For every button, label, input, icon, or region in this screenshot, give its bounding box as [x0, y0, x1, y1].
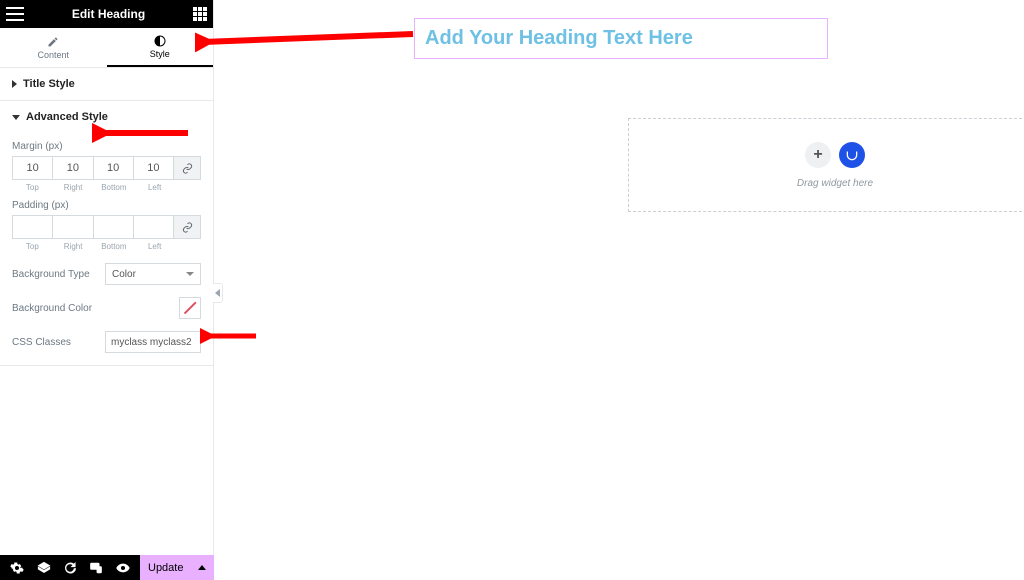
link-icon — [182, 222, 193, 233]
margin-sub-top: Top — [12, 183, 53, 192]
panel-tabs: Content Style — [0, 28, 213, 68]
heading-widget[interactable]: Add Your Heading Text Here — [414, 18, 828, 59]
padding-sub-left: Left — [134, 242, 175, 251]
section-title-style: Title Style — [0, 68, 213, 101]
templates-button[interactable] — [839, 142, 865, 168]
section-title-style-label: Title Style — [23, 78, 75, 90]
padding-right-input[interactable] — [53, 216, 92, 238]
padding-link-toggle[interactable] — [174, 216, 200, 238]
bg-type-value: Color — [112, 269, 136, 280]
padding-sub-bottom: Bottom — [94, 242, 135, 251]
padding-bottom-input[interactable] — [94, 216, 133, 238]
padding-sub-right: Right — [53, 242, 94, 251]
chevron-down-icon — [12, 115, 20, 120]
history-icon[interactable] — [63, 561, 77, 575]
section-title-style-header[interactable]: Title Style — [0, 68, 213, 100]
section-advanced-style-label: Advanced Style — [26, 111, 108, 123]
bottom-bar-tools — [0, 555, 140, 580]
bg-color-label: Background Color — [12, 303, 92, 314]
bg-type-label: Background Type — [12, 269, 90, 280]
tab-content-label: Content — [37, 50, 69, 60]
preview-icon[interactable] — [116, 561, 130, 575]
update-label: Update — [148, 562, 183, 574]
contrast-icon — [154, 35, 166, 47]
dropzone-text: Drag widget here — [797, 178, 873, 189]
layers-icon[interactable] — [37, 561, 51, 575]
menu-icon[interactable] — [6, 7, 24, 21]
padding-left-input[interactable] — [134, 216, 173, 238]
padding-label: Padding (px) — [12, 200, 201, 211]
dropzone-icons: + — [805, 142, 865, 168]
brand-icon — [845, 148, 859, 162]
settings-icon[interactable] — [10, 561, 24, 575]
margin-inputs — [12, 156, 201, 180]
css-classes-input[interactable] — [105, 331, 201, 353]
tab-style-label: Style — [150, 49, 170, 59]
link-icon — [182, 163, 193, 174]
margin-left-input[interactable] — [134, 157, 173, 179]
editor-canvas: Add Your Heading Text Here + Drag widget… — [214, 0, 1024, 580]
panel-title: Edit Heading — [72, 7, 145, 21]
dropzone[interactable]: + Drag widget here — [628, 118, 1024, 212]
section-advanced-style-body: Margin (px) Top Right Bottom Left — [0, 141, 213, 365]
margin-label: Margin (px) — [12, 141, 201, 152]
padding-sub-top: Top — [12, 242, 53, 251]
margin-sub-right: Right — [53, 183, 94, 192]
section-advanced-style-header[interactable]: Advanced Style — [0, 101, 213, 133]
bg-type-select[interactable]: Color — [105, 263, 201, 285]
margin-sub-bottom: Bottom — [94, 183, 135, 192]
margin-right-input[interactable] — [53, 157, 92, 179]
heading-text: Add Your Heading Text Here — [425, 27, 817, 50]
bg-type-row: Background Type Color — [12, 263, 201, 285]
chevron-up-icon — [198, 565, 206, 570]
section-advanced-style: Advanced Style Margin (px) Top Right Bot… — [0, 101, 213, 366]
no-color-icon — [184, 302, 196, 314]
add-section-button[interactable]: + — [805, 142, 831, 168]
padding-top-input[interactable] — [13, 216, 52, 238]
padding-inputs — [12, 215, 201, 239]
margin-sublabels: Top Right Bottom Left — [12, 183, 201, 192]
chevron-down-icon — [186, 272, 194, 276]
tab-style[interactable]: Style — [107, 28, 214, 67]
sidebar-header: Edit Heading — [0, 0, 213, 28]
margin-sub-left: Left — [134, 183, 175, 192]
tab-content[interactable]: Content — [0, 28, 107, 67]
margin-bottom-input[interactable] — [94, 157, 133, 179]
responsive-icon[interactable] — [89, 561, 103, 575]
css-classes-label: CSS Classes — [12, 337, 71, 348]
pencil-icon — [47, 36, 59, 48]
widgets-grid-icon[interactable] — [193, 7, 207, 21]
margin-top-input[interactable] — [13, 157, 52, 179]
bg-color-row: Background Color — [12, 297, 201, 319]
bg-color-picker[interactable] — [179, 297, 201, 319]
update-button[interactable]: Update — [140, 555, 214, 580]
bottom-bar: Update — [0, 555, 214, 580]
padding-sublabels: Top Right Bottom Left — [12, 242, 201, 251]
chevron-right-icon — [12, 80, 17, 88]
css-classes-row: CSS Classes — [12, 331, 201, 353]
margin-link-toggle[interactable] — [174, 157, 200, 179]
editor-sidebar: Edit Heading Content Style Title Style — [0, 0, 214, 580]
